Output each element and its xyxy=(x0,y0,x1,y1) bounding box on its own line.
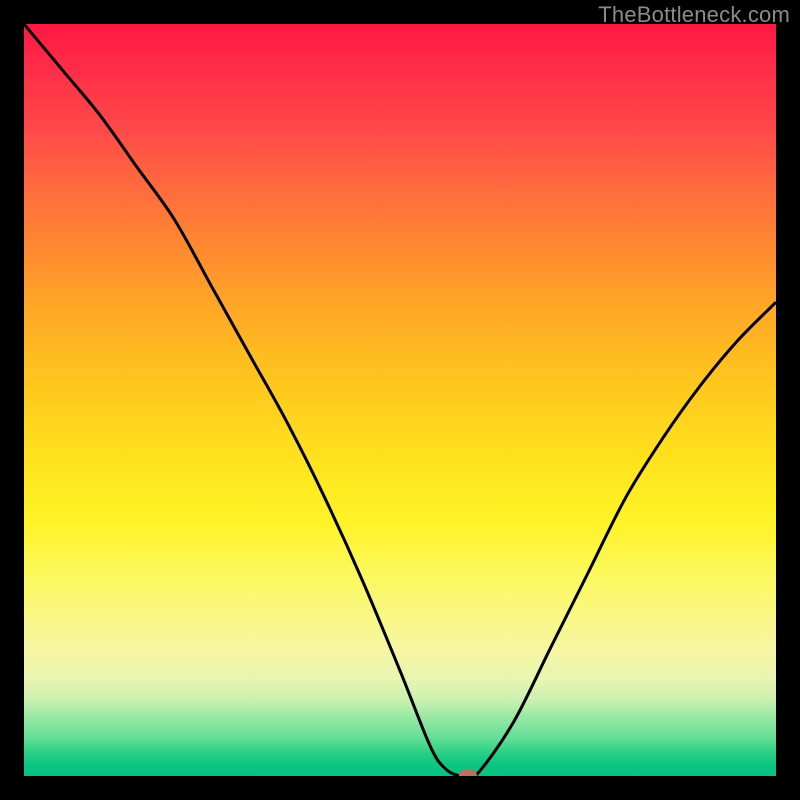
curve-svg xyxy=(24,24,776,776)
chart-stage: TheBottleneck.com xyxy=(0,0,800,800)
bottleneck-curve xyxy=(24,24,776,776)
minimum-marker-dot xyxy=(459,770,477,777)
plot-area xyxy=(24,24,776,776)
